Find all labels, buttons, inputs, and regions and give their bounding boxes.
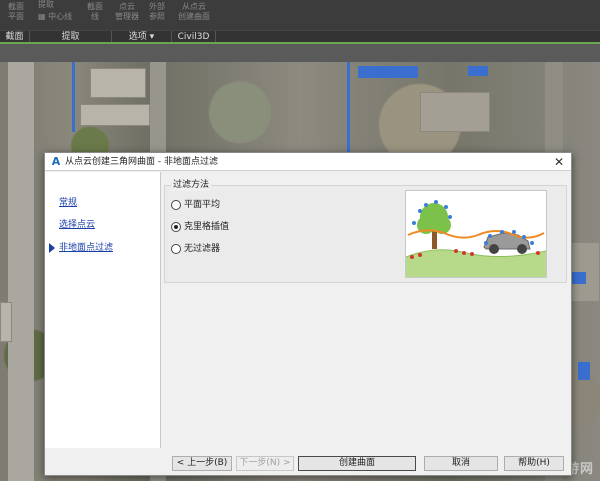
close-button[interactable]: ✕ <box>551 154 567 170</box>
ribbon-button-label: 外部 <box>149 2 165 11</box>
section-plane-button[interactable]: 截面 平面 <box>4 2 28 22</box>
extract-button[interactable]: 提取 <box>38 0 54 10</box>
nav-item-select-pointcloud[interactable]: 选择点云 <box>59 219 95 231</box>
ribbon: 截面 平面 提取 ▦ 中心线 截面 线 点云 管理器 外部 参照 从点云 创建曲… <box>0 0 600 44</box>
ribbon-button-label: 管理器 <box>115 12 139 21</box>
ribbon-button-row: 截面 平面 提取 ▦ 中心线 截面 线 点云 管理器 外部 参照 从点云 创建曲… <box>0 0 600 30</box>
group-title: 过滤方法 <box>171 179 212 191</box>
ribbon-button-label: 点云 <box>119 2 135 11</box>
radio-button[interactable] <box>171 222 181 232</box>
radio-button[interactable] <box>171 244 181 254</box>
blue-roof <box>578 362 590 380</box>
ribbon-button-label: 平面 <box>8 12 24 21</box>
create-tin-surface-dialog: A 从点云创建三角网曲面 - 非地面点过滤 ✕ 常规 选择点云 非地面点过滤 过… <box>44 152 572 476</box>
next-button[interactable]: 下一步(N) > <box>236 456 294 471</box>
radio-label: 无过滤器 <box>184 244 221 254</box>
nav-item-nonground-filter[interactable]: 非地面点过滤 <box>59 242 113 254</box>
blue-roof <box>468 66 488 76</box>
ribbon-button-label: 中心线 <box>48 12 73 21</box>
ribbon-button-label: 参照 <box>149 12 165 21</box>
boundary-line <box>72 62 75 132</box>
nav-item-general[interactable]: 常规 <box>59 197 77 209</box>
blue-roof <box>570 272 586 284</box>
wizard-nav: 常规 选择点云 非地面点过滤 <box>45 172 161 448</box>
dialog-titlebar[interactable]: A 从点云创建三角网曲面 - 非地面点过滤 ✕ <box>45 153 571 171</box>
building <box>90 68 146 98</box>
radio-button[interactable] <box>171 200 181 210</box>
filter-illustration <box>405 190 547 278</box>
point-cloud-manager-button[interactable]: 点云 管理器 <box>112 2 142 22</box>
dialog-title: 从点云创建三角网曲面 - 非地面点过滤 <box>65 157 218 167</box>
drawing-tab-band <box>0 44 600 62</box>
building <box>80 104 150 126</box>
current-step-arrow-icon <box>49 243 55 253</box>
ribbon-button-label: 截面 <box>87 2 103 11</box>
blue-roof <box>358 66 418 78</box>
autocad-logo-icon: A <box>51 155 61 168</box>
ribbon-button-label: 线 <box>91 12 99 21</box>
ribbon-button-label: 截面 <box>8 2 24 11</box>
boundary-line <box>347 62 350 152</box>
dialog-footer: < 上一步(B) 下一步(N) > 创建曲面 取消 帮助(H) <box>162 448 571 476</box>
building <box>0 302 12 342</box>
road <box>8 62 34 481</box>
back-button[interactable]: < 上一步(B) <box>172 456 232 471</box>
ribbon-button-label: 提取 <box>38 0 54 9</box>
cancel-button[interactable]: 取消 <box>424 456 498 471</box>
wizard-content: 过滤方法 平面平均 克里格插值 无过滤器 <box>162 172 571 448</box>
filter-method-group: 过滤方法 平面平均 克里格插值 无过滤器 <box>164 179 567 283</box>
ribbon-button-label: 从点云 <box>182 2 206 11</box>
help-button[interactable]: 帮助(H) <box>504 456 564 471</box>
centerline-icon: ▦ <box>38 12 49 21</box>
ribbon-button-label: 创建曲面 <box>178 12 210 21</box>
centerline-button[interactable]: ▦ 中心线 <box>38 12 80 22</box>
xref-button[interactable]: 外部 参照 <box>146 2 168 22</box>
radio-label: 平面平均 <box>184 200 221 210</box>
building <box>420 92 490 132</box>
section-line-button[interactable]: 截面 线 <box>84 2 106 22</box>
radio-label: 克里格插值 <box>184 222 230 232</box>
create-surface-button[interactable]: 创建曲面 <box>298 456 416 471</box>
create-surface-from-pointcloud-button[interactable]: 从点云 创建曲面 <box>174 2 214 22</box>
ribbon-panel-labels: 截面 提取 选项 ▾ Civil3D <box>0 30 600 43</box>
illustration-svg <box>405 191 547 277</box>
